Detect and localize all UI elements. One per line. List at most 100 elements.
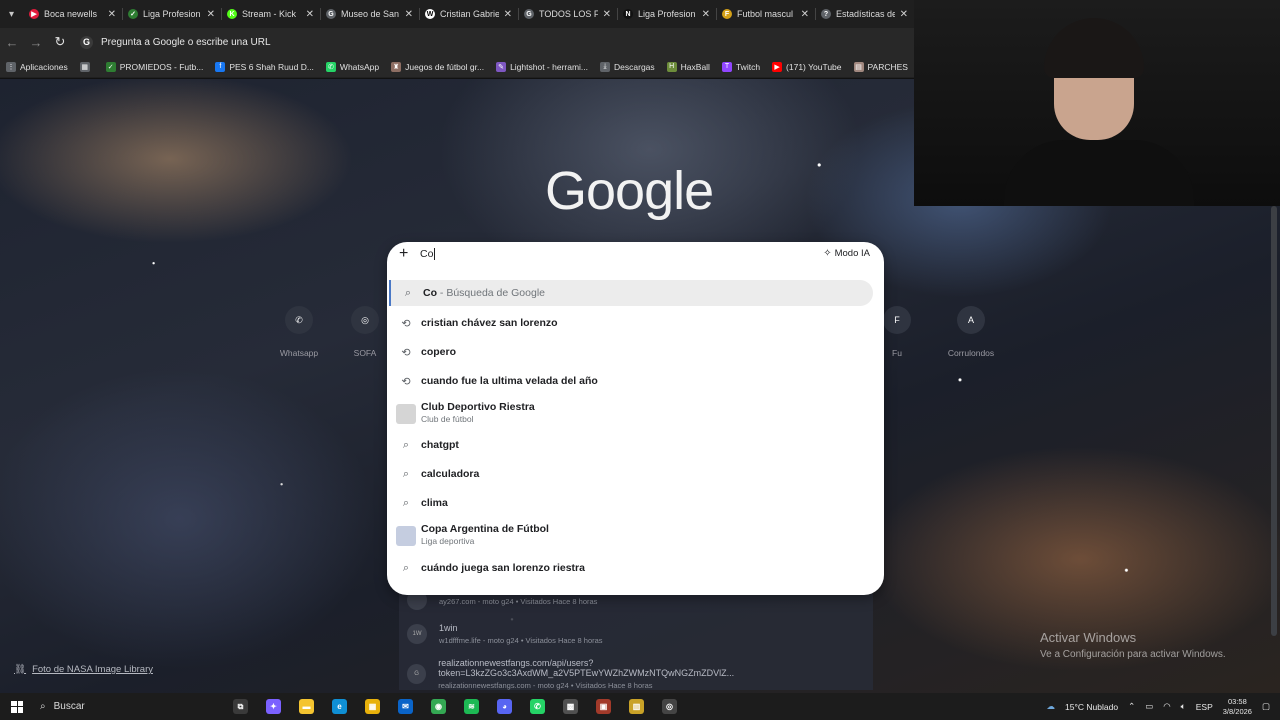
taskbar-app-store[interactable]: ▦ <box>356 693 389 720</box>
modo-ia-button[interactable]: ✧ Modo IA <box>823 248 870 259</box>
browser-tab[interactable]: K Stream - Kick ✕ <box>221 0 320 28</box>
tab-strip: ▾ ▶ Boca newells ✕ ✓ Liga Profesion ✕ K Stream … <box>0 0 914 28</box>
shortcut-sofa[interactable]: ◎ SOFA <box>335 306 395 358</box>
suggestion-item[interactable]: ⌕ clima <box>389 490 873 516</box>
suggestion-item[interactable]: Club Deportivo Riestra Club de fútbol <box>389 400 873 428</box>
close-tab-icon[interactable]: ✕ <box>405 9 413 20</box>
windows-logo-icon <box>11 700 23 713</box>
clock[interactable]: 03:58 3/8/2026 <box>1223 697 1252 717</box>
store-icon: ▦ <box>365 699 380 714</box>
close-tab-icon[interactable]: ✕ <box>900 9 908 20</box>
history-favicon-icon: G <box>407 664 427 684</box>
network-icon[interactable]: ▭ <box>1145 701 1153 712</box>
clock-time: 03:58 <box>1227 696 1247 706</box>
ai-sparkle-icon: ✧ <box>823 248 832 259</box>
close-tab-icon[interactable]: ✕ <box>702 9 710 20</box>
bookmark-item[interactable]: T Twitch <box>721 61 760 72</box>
history-item[interactable]: G realizationnewestfangs.com/api/users?t… <box>407 658 873 690</box>
bookmark-item[interactable]: ⤓ Descargas <box>600 61 655 72</box>
tab-title: Liga Profesion <box>638 9 696 19</box>
close-tab-icon[interactable]: ✕ <box>108 9 116 20</box>
suggestion-item[interactable]: ⌕ chatgpt <box>389 432 873 458</box>
suggestion-item[interactable]: ⌕ Co - Búsqueda de Google <box>389 280 873 306</box>
bookmark-icon: ✆ <box>325 61 336 72</box>
browser-tab[interactable]: F Futbol mascul ✕ <box>716 0 815 28</box>
shortcut-corrulondos[interactable]: A Corrulondos <box>931 306 1011 358</box>
link-icon: ⛓ <box>14 664 27 675</box>
taskbar-app-task-view[interactable]: ⧉ <box>224 693 257 720</box>
search-query-text: Co <box>420 248 434 260</box>
omnibox[interactable]: G Pregunta a Google o escribe una URL <box>80 28 271 56</box>
bookmarks-bar: ⋮ Aplicaciones ▦ ✓ PROMIEDOS - Futb... f PES 6… <box>0 56 914 78</box>
volume-icon[interactable]: 🔈︎ <box>1181 701 1186 712</box>
close-tab-icon[interactable]: ✕ <box>801 9 809 20</box>
suggestion-item[interactable]: ⌕ cuándo juega san lorenzo riestra <box>389 555 873 581</box>
page-scrollbar[interactable] <box>1271 206 1277 636</box>
bookmark-item[interactable]: ♜ Juegos de fútbol gr... <box>391 61 484 72</box>
bookmark-item[interactable]: H HaxBall <box>666 61 710 72</box>
bookmark-item[interactable]: ▦ <box>79 61 94 72</box>
browser-tab[interactable]: N Liga Profesion ✕ <box>617 0 716 28</box>
history-item[interactable]: 1W 1win w1dfffme.life - moto g24 • Visit… <box>407 623 603 645</box>
bookmark-item[interactable]: ▤ PARCHES <box>853 61 908 72</box>
taskbar-app-mail[interactable]: ✉ <box>389 693 422 720</box>
taskbar-app-chrome[interactable]: ◉ <box>422 693 455 720</box>
background-credit-link[interactable]: ⛓ Foto de NASA Image Library <box>14 664 153 675</box>
bookmark-item[interactable]: ✆ WhatsApp <box>325 61 379 72</box>
taskbar-apps: ⧉ ✦ ▬ e ▦ ✉ ◉ ≋ ◕ ✆ ▩ ▣ ▥ ◎ <box>224 693 686 720</box>
wifi-icon[interactable]: ◠ <box>1163 701 1170 712</box>
taskbar-app-discord[interactable]: ◕ <box>488 693 521 720</box>
browser-tab[interactable]: W Cristian Gabrie ✕ <box>419 0 518 28</box>
history-list: ay267.com - moto g24 • Visitados Hace 8 … <box>399 590 873 690</box>
shortcut-label: Whatsapp <box>279 348 319 358</box>
add-icon[interactable]: + <box>399 246 413 262</box>
taskbar-search[interactable]: ⌕ Buscar <box>34 693 224 720</box>
close-tab-icon[interactable]: ✕ <box>306 9 314 20</box>
suggestion-item[interactable]: ⟲ cuando fue la ultima velada del año <box>389 368 873 394</box>
reload-button[interactable]: ↻ <box>48 28 72 56</box>
browser-tab[interactable]: ✓ Liga Profesion ✕ <box>122 0 221 28</box>
suggestion-item[interactable]: ⟲ copero <box>389 339 873 365</box>
taskbar-app-game-3[interactable]: ▥ <box>620 693 653 720</box>
taskbar-app-chrome-profile[interactable]: ◎ <box>653 693 686 720</box>
browser-tab[interactable]: ▶ Boca newells ✕ <box>23 0 122 28</box>
tab-title: Futbol mascul <box>737 9 794 19</box>
back-button[interactable]: ← <box>0 28 24 56</box>
forward-button[interactable]: → <box>24 28 48 56</box>
bookmark-icon: ▦ <box>79 61 90 72</box>
suggestion-item[interactable]: Copa Argentina de Fútbol Liga deportiva <box>389 522 873 550</box>
bookmark-item[interactable]: ▶ (171) YouTube <box>772 61 842 72</box>
taskbar-app-edge[interactable]: e <box>323 693 356 720</box>
taskbar-app-copilot[interactable]: ✦ <box>257 693 290 720</box>
browser-tab[interactable]: ? Estadísticas de ✕ <box>815 0 914 28</box>
taskbar-app-game-1[interactable]: ▩ <box>554 693 587 720</box>
weather-text[interactable]: 15°C Nublado <box>1065 702 1118 712</box>
tab-favicon-icon: N <box>623 9 633 19</box>
browser-tab[interactable]: G Museo de San ✕ <box>320 0 419 28</box>
tray-overflow-icon[interactable]: ⌃ <box>1128 701 1135 712</box>
start-button[interactable] <box>0 693 34 720</box>
bookmark-item[interactable]: ✎ Lightshot - herrami... <box>496 61 588 72</box>
suggestion-item[interactable]: ⟲ cristian chávez san lorenzo <box>389 310 873 336</box>
notifications-icon[interactable]: ▢ <box>1262 701 1270 712</box>
close-tab-icon[interactable]: ✕ <box>207 9 215 20</box>
bookmark-item[interactable]: ✓ PROMIEDOS - Futb... <box>105 61 203 72</box>
close-tab-icon[interactable]: ✕ <box>504 9 512 20</box>
suggestion-item[interactable]: ⌕ calculadora <box>389 461 873 487</box>
search-input[interactable]: Co <box>420 248 436 261</box>
taskbar-app-spotify[interactable]: ≋ <box>455 693 488 720</box>
shortcut-whatsapp[interactable]: ✆ Whatsapp <box>259 306 339 358</box>
language-indicator[interactable]: ESP <box>1196 702 1213 712</box>
close-tab-icon[interactable]: ✕ <box>603 9 611 20</box>
bookmark-item[interactable]: f PES 6 Shah Ruud D... <box>215 61 314 72</box>
taskbar-app-whatsapp[interactable]: ✆ <box>521 693 554 720</box>
shortcut-icon: ✆ <box>285 306 313 334</box>
browser-tab[interactable]: G TODOS LOS FI ✕ <box>518 0 617 28</box>
tab-search-button[interactable]: ▾ <box>0 0 23 28</box>
suggestion-text: Co - Búsqueda de Google <box>423 287 545 299</box>
taskbar-app-file-explorer[interactable]: ▬ <box>290 693 323 720</box>
bookmark-item[interactable]: ⋮ Aplicaciones <box>6 61 68 72</box>
tab-favicon-icon: F <box>722 9 732 19</box>
taskbar-app-game-2[interactable]: ▣ <box>587 693 620 720</box>
history-item-title: 1win <box>439 623 458 633</box>
